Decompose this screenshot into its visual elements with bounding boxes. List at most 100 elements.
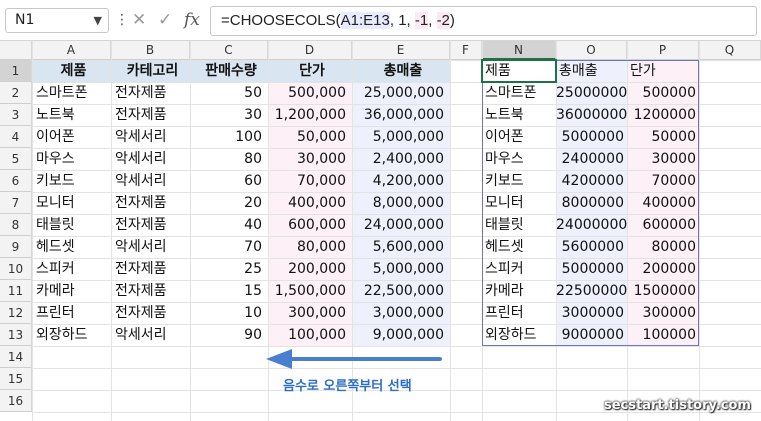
table-cell[interactable]: 전자제품 bbox=[111, 104, 190, 126]
table-cell[interactable]: 이어폰 bbox=[32, 126, 111, 148]
table-cell[interactable]: 600,000 bbox=[268, 214, 352, 236]
column-header[interactable]: O bbox=[556, 41, 627, 60]
table-cell[interactable]: 60 bbox=[190, 170, 268, 192]
column-header[interactable]: B bbox=[111, 41, 190, 60]
table-cell[interactable]: 100 bbox=[190, 126, 268, 148]
table-cell[interactable]: 전자제품 bbox=[111, 302, 190, 324]
table-cell[interactable]: 300,000 bbox=[268, 302, 352, 324]
column-heading-cell[interactable]: 판매수량 bbox=[190, 60, 268, 82]
table-cell[interactable]: 500,000 bbox=[268, 82, 352, 104]
enter-icon[interactable]: ✓ bbox=[158, 8, 172, 33]
row-header[interactable]: 15 bbox=[0, 368, 32, 390]
table-cell[interactable]: 스마트폰 bbox=[32, 82, 111, 104]
formula-range-ref: A1:E13 bbox=[340, 12, 390, 29]
table-cell[interactable]: 25,000,000 bbox=[352, 82, 450, 104]
column-header[interactable]: N bbox=[482, 41, 556, 60]
row-header[interactable]: 14 bbox=[0, 346, 32, 368]
fx-icon[interactable]: fx bbox=[184, 8, 200, 33]
table-cell[interactable]: 프린터 bbox=[32, 302, 111, 324]
chevron-down-icon[interactable]: ▼ bbox=[94, 9, 102, 32]
table-cell[interactable]: 90 bbox=[190, 324, 268, 346]
table-cell[interactable]: 40 bbox=[190, 214, 268, 236]
row-header[interactable]: 16 bbox=[0, 390, 32, 412]
table-cell[interactable]: 키보드 bbox=[32, 170, 111, 192]
table-cell[interactable]: 1,500,000 bbox=[268, 280, 352, 302]
cancel-icon[interactable]: ✕ bbox=[132, 8, 146, 33]
column-heading-cell[interactable]: 카테고리 bbox=[111, 60, 190, 82]
table-cell[interactable]: 30,000 bbox=[268, 148, 352, 170]
table-cell[interactable]: 2,400,000 bbox=[352, 148, 450, 170]
table-cell[interactable]: 전자제품 bbox=[111, 192, 190, 214]
row-header[interactable]: 2 bbox=[0, 82, 32, 104]
column-header[interactable]: D bbox=[268, 41, 352, 60]
column-header[interactable]: A bbox=[32, 41, 111, 60]
column-header[interactable]: Q bbox=[699, 41, 761, 60]
table-cell[interactable]: 악세서리 bbox=[111, 324, 190, 346]
table-cell[interactable]: 5,000,000 bbox=[352, 258, 450, 280]
table-cell[interactable]: 악세서리 bbox=[111, 126, 190, 148]
table-cell[interactable]: 22,500,000 bbox=[352, 280, 450, 302]
table-cell[interactable]: 전자제품 bbox=[111, 280, 190, 302]
table-cell[interactable]: 15 bbox=[190, 280, 268, 302]
table-cell[interactable]: 25 bbox=[190, 258, 268, 280]
active-cell-n1[interactable] bbox=[481, 59, 557, 83]
table-cell[interactable]: 노트북 bbox=[32, 104, 111, 126]
table-cell[interactable]: 80,000 bbox=[268, 236, 352, 258]
table-cell[interactable]: 30 bbox=[190, 104, 268, 126]
table-cell[interactable]: 카메라 bbox=[32, 280, 111, 302]
table-cell[interactable]: 70,000 bbox=[268, 170, 352, 192]
table-cell[interactable]: 악세서리 bbox=[111, 170, 190, 192]
row-header[interactable]: 3 bbox=[0, 104, 32, 126]
table-cell[interactable]: 70 bbox=[190, 236, 268, 258]
row-header[interactable]: 10 bbox=[0, 258, 32, 280]
column-header[interactable]: F bbox=[450, 41, 482, 60]
table-cell[interactable]: 36,000,000 bbox=[352, 104, 450, 126]
more-options-icon[interactable]: ⋮ bbox=[115, 10, 129, 30]
row-header[interactable]: 4 bbox=[0, 126, 32, 148]
row-header[interactable]: 6 bbox=[0, 170, 32, 192]
table-cell[interactable]: 80 bbox=[190, 148, 268, 170]
table-cell[interactable]: 외장하드 bbox=[32, 324, 111, 346]
table-cell[interactable]: 스피커 bbox=[32, 258, 111, 280]
table-cell[interactable]: 태블릿 bbox=[32, 214, 111, 236]
table-cell[interactable]: 4,200,000 bbox=[352, 170, 450, 192]
select-all-corner[interactable] bbox=[0, 41, 32, 60]
table-cell[interactable]: 200,000 bbox=[268, 258, 352, 280]
name-box-value: N1 bbox=[15, 12, 35, 28]
table-cell[interactable]: 모니터 bbox=[32, 192, 111, 214]
table-cell[interactable]: 50,000 bbox=[268, 126, 352, 148]
table-cell[interactable]: 전자제품 bbox=[111, 214, 190, 236]
table-cell[interactable]: 악세서리 bbox=[111, 236, 190, 258]
table-cell[interactable]: 전자제품 bbox=[111, 82, 190, 104]
name-box[interactable]: N1 ▼ bbox=[5, 8, 109, 33]
table-cell[interactable]: 마우스 bbox=[32, 148, 111, 170]
column-header[interactable]: P bbox=[627, 41, 699, 60]
table-cell[interactable]: 악세서리 bbox=[111, 148, 190, 170]
table-cell[interactable]: 20 bbox=[190, 192, 268, 214]
table-cell[interactable]: 5,000,000 bbox=[352, 126, 450, 148]
table-cell[interactable]: 8,000,000 bbox=[352, 192, 450, 214]
table-cell[interactable]: 헤드셋 bbox=[32, 236, 111, 258]
table-cell[interactable]: 10 bbox=[190, 302, 268, 324]
table-cell[interactable]: 1,200,000 bbox=[268, 104, 352, 126]
row-header[interactable]: 1 bbox=[0, 60, 32, 82]
formula-input[interactable]: =CHOOSECOLS(A1:E13, 1, -1, -2) bbox=[210, 6, 757, 36]
column-header[interactable]: C bbox=[190, 41, 268, 60]
table-cell[interactable]: 3,000,000 bbox=[352, 302, 450, 324]
row-header[interactable]: 7 bbox=[0, 192, 32, 214]
row-header[interactable]: 12 bbox=[0, 302, 32, 324]
row-header[interactable]: 8 bbox=[0, 214, 32, 236]
column-heading-cell[interactable]: 단가 bbox=[268, 60, 352, 82]
column-heading-cell[interactable]: 제품 bbox=[32, 60, 111, 82]
table-cell[interactable]: 400,000 bbox=[268, 192, 352, 214]
row-header[interactable]: 11 bbox=[0, 280, 32, 302]
table-cell[interactable]: 24,000,000 bbox=[352, 214, 450, 236]
table-cell[interactable]: 50 bbox=[190, 82, 268, 104]
column-header[interactable]: E bbox=[352, 41, 450, 60]
table-cell[interactable]: 전자제품 bbox=[111, 258, 190, 280]
row-header[interactable]: 9 bbox=[0, 236, 32, 258]
row-header[interactable]: 5 bbox=[0, 148, 32, 170]
table-cell[interactable]: 5,600,000 bbox=[352, 236, 450, 258]
row-header[interactable]: 13 bbox=[0, 324, 32, 346]
column-heading-cell[interactable]: 총매출 bbox=[352, 60, 450, 82]
